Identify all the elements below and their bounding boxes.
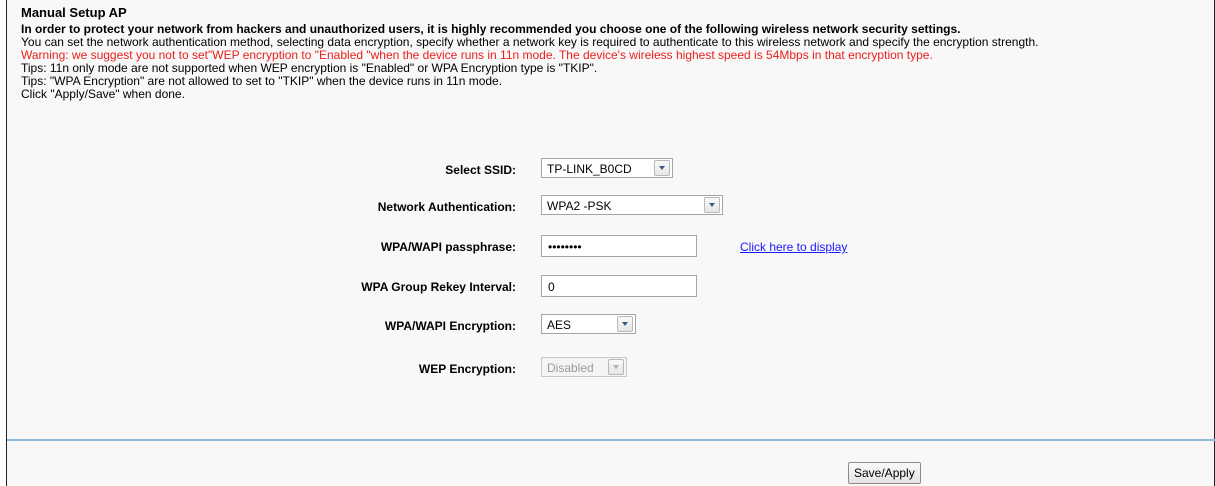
- ssid-row: Select SSID: TP-LINK_B0CD: [7, 158, 1215, 182]
- auth-value: WPA2 -PSK: [547, 199, 612, 213]
- auth-label: Network Authentication:: [377, 200, 516, 214]
- auth-row: Network Authentication: WPA2 -PSK: [7, 195, 1215, 219]
- rekey-label: WPA Group Rekey Interval:: [361, 280, 516, 294]
- passphrase-field[interactable]: ••••••••: [541, 235, 697, 257]
- chevron-down-icon: [608, 359, 624, 375]
- tip-text: Click "Apply/Save" when done.: [21, 87, 185, 101]
- passphrase-row: WPA/WAPI passphrase: •••••••• Click here…: [7, 235, 1215, 259]
- encryption-row: WPA/WAPI Encryption: AES: [7, 314, 1215, 338]
- wep-select[interactable]: Disabled: [541, 357, 627, 377]
- encryption-label: WPA/WAPI Encryption:: [384, 319, 516, 333]
- display-passphrase-link[interactable]: Click here to display: [740, 240, 847, 254]
- page-title: Manual Setup AP: [21, 5, 127, 20]
- wep-label: WEP Encryption:: [418, 362, 516, 376]
- rekey-row: WPA Group Rekey Interval: 0: [7, 275, 1215, 299]
- chevron-down-icon: [617, 316, 633, 332]
- divider: [7, 439, 1215, 441]
- chevron-down-icon: [704, 197, 720, 213]
- chevron-down-icon: [654, 160, 670, 176]
- save-apply-button[interactable]: Save/Apply: [848, 462, 921, 484]
- rekey-interval-field[interactable]: 0: [541, 275, 697, 297]
- encryption-select[interactable]: AES: [541, 314, 636, 334]
- intro-block: In order to protect your network from ha…: [21, 23, 1038, 101]
- wep-value: Disabled: [547, 361, 594, 375]
- wep-row: WEP Encryption: Disabled: [7, 357, 1215, 381]
- setup-panel: Manual Setup AP In order to protect your…: [6, 0, 1215, 486]
- encryption-value: AES: [547, 318, 572, 332]
- auth-select[interactable]: WPA2 -PSK: [541, 195, 723, 215]
- ssid-label: Select SSID:: [445, 163, 516, 177]
- passphrase-label: WPA/WAPI passphrase:: [380, 240, 516, 254]
- ssid-select[interactable]: TP-LINK_B0CD: [541, 158, 673, 178]
- ssid-value: TP-LINK_B0CD: [547, 162, 632, 176]
